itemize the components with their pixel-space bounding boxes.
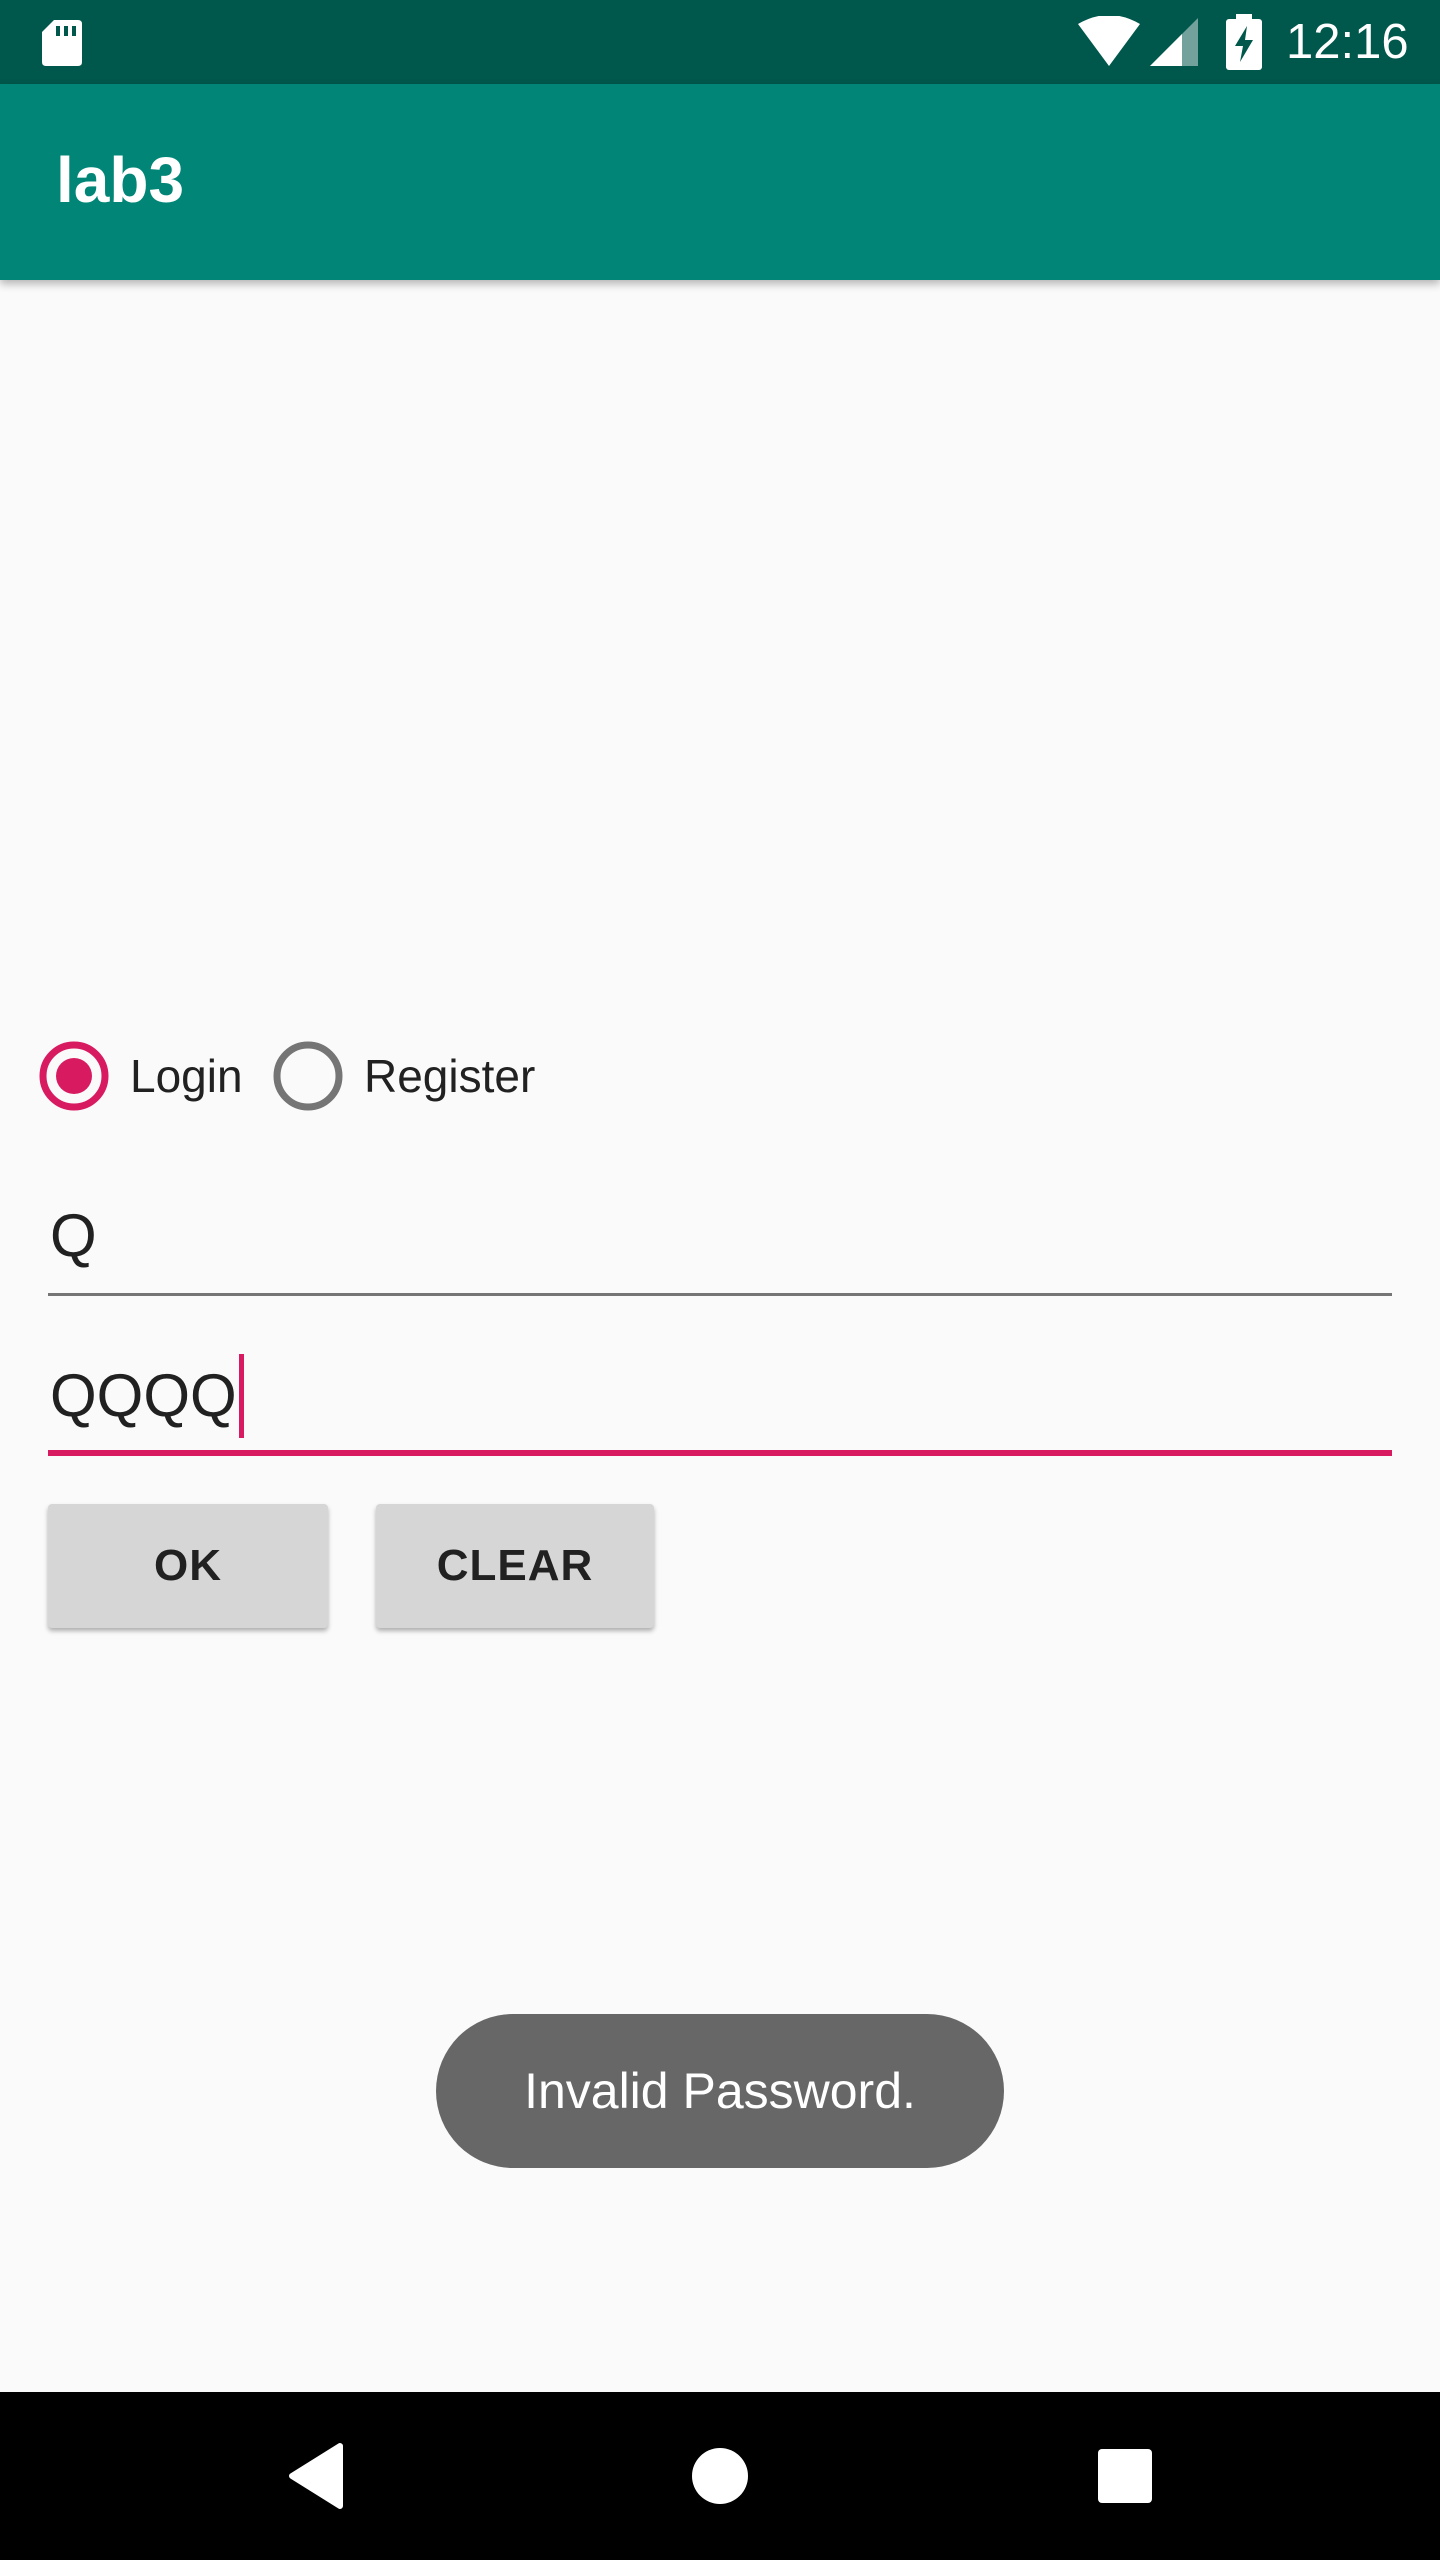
recents-icon[interactable] xyxy=(1081,2432,1169,2520)
password-text-wrap: QQQQ xyxy=(50,1354,244,1439)
clear-button[interactable]: CLEAR xyxy=(376,1504,654,1628)
username-underline xyxy=(48,1293,1392,1296)
register-radio[interactable]: Register xyxy=(270,1036,600,1116)
navigation-bar xyxy=(0,2392,1440,2560)
battery-charging-icon xyxy=(1226,14,1262,70)
login-radio[interactable]: Login xyxy=(36,1036,256,1116)
status-bar: 12:16 xyxy=(0,0,1440,84)
home-icon[interactable] xyxy=(676,2432,764,2520)
app-title: lab3 xyxy=(56,144,185,216)
status-clock: 12:16 xyxy=(1286,15,1409,69)
password-underline xyxy=(48,1450,1392,1456)
username-value: Q xyxy=(50,1202,97,1269)
wifi-icon xyxy=(1078,16,1140,66)
username-field[interactable]: Q xyxy=(48,1186,1392,1296)
ok-button[interactable]: OK xyxy=(48,1504,328,1628)
cell-signal-icon xyxy=(1150,18,1198,66)
text-cursor xyxy=(238,1354,244,1439)
login-radio-label: Login xyxy=(130,1050,243,1102)
toast-message: Invalid Password. xyxy=(436,2014,1004,2168)
back-icon[interactable] xyxy=(272,2432,360,2520)
radio-checked-icon xyxy=(39,1041,109,1111)
sd-card-icon xyxy=(42,20,82,66)
radio-unchecked-icon xyxy=(273,1041,343,1111)
register-radio-label: Register xyxy=(364,1050,536,1102)
password-field[interactable]: QQQQ xyxy=(48,1346,1392,1456)
app-bar: lab3 xyxy=(0,84,1440,280)
password-value: QQQQ xyxy=(50,1362,237,1429)
